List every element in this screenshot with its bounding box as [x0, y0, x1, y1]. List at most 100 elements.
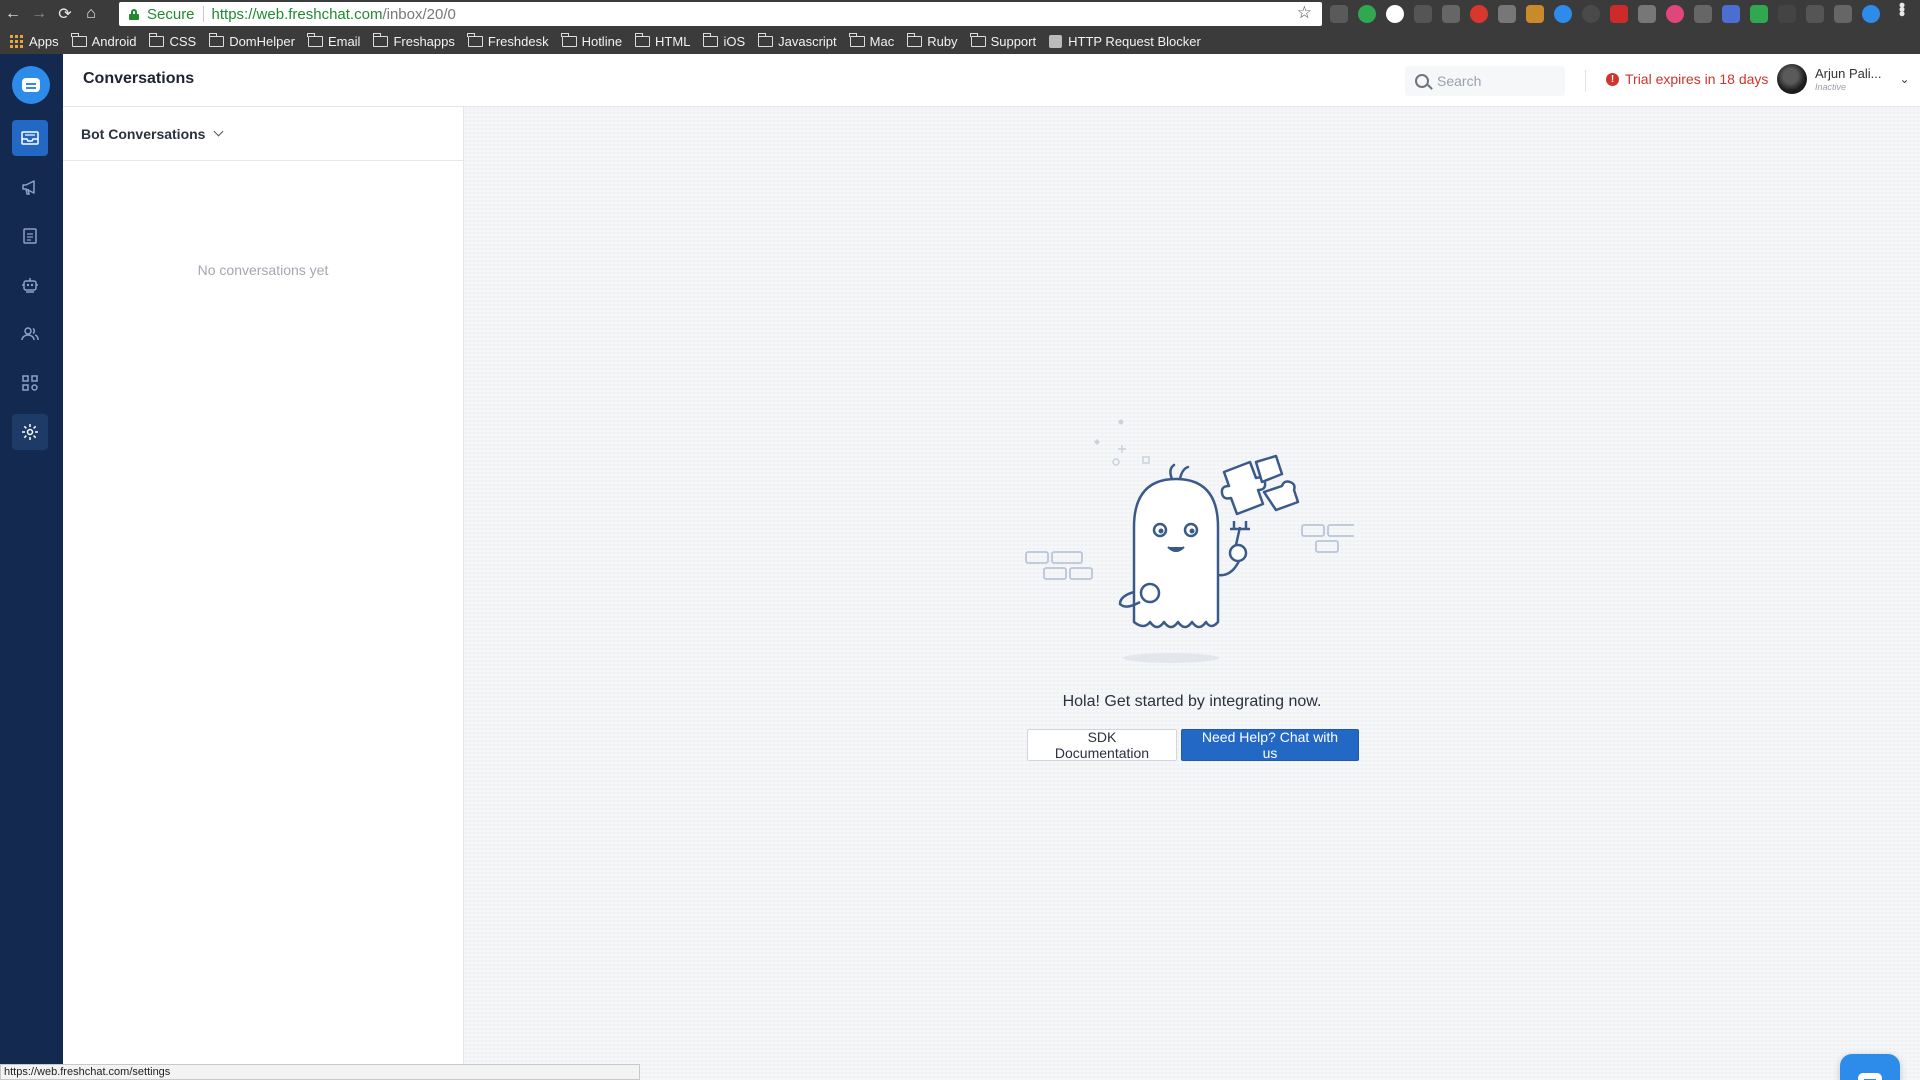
- extension-icon[interactable]: [1750, 5, 1768, 23]
- back-icon[interactable]: ←: [0, 0, 26, 28]
- bookmark-mac[interactable]: Mac: [849, 32, 894, 49]
- empty-conversations-text: No conversations yet: [197, 262, 329, 278]
- gear-icon: [22, 424, 38, 440]
- extension-icon[interactable]: [1470, 5, 1488, 23]
- url-path: /inbox/20/0: [382, 5, 456, 23]
- sdk-documentation-button[interactable]: SDK Documentation: [1027, 729, 1177, 761]
- extension-icon[interactable]: [1694, 5, 1712, 23]
- extension-icon[interactable]: [1330, 5, 1348, 23]
- sidebar-item-apps[interactable]: [12, 365, 48, 401]
- chat-bubble-icon: [1858, 1073, 1882, 1080]
- extension-icon[interactable]: [1806, 5, 1824, 23]
- extension-icon[interactable]: [1582, 5, 1600, 23]
- sidebar-item-settings[interactable]: [12, 414, 48, 450]
- get-started-text: Hola! Get started by integrating now.: [1062, 693, 1322, 710]
- chat-widget-button[interactable]: [1840, 1054, 1900, 1080]
- extension-icon[interactable]: [1442, 5, 1460, 23]
- secure-label: Secure: [147, 5, 195, 23]
- bookmark-freshdesk[interactable]: Freshdesk: [467, 32, 549, 49]
- chevron-down-icon: [214, 126, 224, 137]
- bookmark-http-request-blocker[interactable]: HTTP Request Blocker: [1049, 34, 1201, 49]
- bookmark-hotline[interactable]: Hotline: [561, 32, 622, 49]
- extension-icon[interactable]: [1778, 5, 1796, 23]
- bot-icon: [22, 278, 38, 293]
- search-input[interactable]: [1437, 73, 1547, 89]
- sidebar-item-campaigns[interactable]: [12, 169, 48, 205]
- extension-icon[interactable]: [1722, 5, 1740, 23]
- folder-icon: [561, 32, 577, 47]
- header-divider: [1585, 70, 1586, 92]
- bookmark-android[interactable]: Android: [71, 32, 136, 49]
- conversation-filter-dropdown[interactable]: Bot Conversations: [63, 107, 463, 161]
- extension-icon[interactable]: [1610, 5, 1628, 23]
- url-host: https://web.freshchat.com: [211, 5, 383, 23]
- reload-icon[interactable]: ⟳: [52, 0, 78, 28]
- chat-with-us-button[interactable]: Need Help? Chat with us: [1181, 729, 1359, 761]
- conversation-filter-label: Bot Conversations: [81, 125, 206, 142]
- search-box[interactable]: [1405, 66, 1565, 96]
- folder-icon: [634, 32, 651, 47]
- main-panel: Hola! Get started by integrating now. SD…: [464, 107, 1920, 1080]
- extension-icon[interactable]: [1638, 5, 1656, 23]
- folder-icon: [208, 32, 225, 47]
- bookmarks-bar: Apps Android CSS DomHelper Email Freshap…: [0, 28, 1920, 54]
- sidebar-item-inbox[interactable]: [12, 120, 48, 156]
- bookmark-ios[interactable]: iOS: [702, 32, 745, 49]
- extension-icon[interactable]: [1834, 5, 1852, 23]
- extension-icon[interactable]: [1498, 5, 1516, 23]
- dropbox-icon[interactable]: [1414, 5, 1432, 23]
- bookmark-freshapps[interactable]: Freshapps: [372, 32, 455, 49]
- chevron-down-icon: ⌄: [1899, 72, 1910, 86]
- bookmark-email[interactable]: Email: [307, 32, 360, 49]
- page-title: Conversations: [83, 70, 195, 87]
- bookmark-javascript[interactable]: Javascript: [757, 32, 837, 49]
- trial-text: Trial expires in 18 days: [1625, 71, 1769, 87]
- trial-banner[interactable]: ! Trial expires in 18 days: [1606, 71, 1768, 87]
- bookmark-star-icon[interactable]: ☆: [1297, 3, 1312, 23]
- browser-menu-icon[interactable]: •••: [1891, 2, 1912, 15]
- extensions-bar: [1330, 5, 1880, 23]
- user-name: Arjun Pali...: [1815, 66, 1882, 81]
- bookmark-domhelper[interactable]: DomHelper: [208, 32, 295, 49]
- inbox-icon: [21, 131, 39, 145]
- user-status: Inactive: [1815, 82, 1847, 92]
- alert-icon: !: [1606, 72, 1619, 86]
- puzzle-icon: [1049, 34, 1063, 48]
- extension-icon[interactable]: [1358, 5, 1376, 23]
- folder-icon: [849, 32, 865, 47]
- extension-icon[interactable]: [1554, 5, 1572, 23]
- extension-icon[interactable]: [1526, 5, 1544, 23]
- home-icon[interactable]: ⌂: [78, 0, 104, 28]
- extension-icon[interactable]: [1386, 5, 1404, 23]
- address-bar[interactable]: Secure https://web.freshchat.com/inbox/2…: [119, 2, 1322, 26]
- document-icon: [23, 228, 37, 244]
- sidebar-item-faq[interactable]: [12, 218, 48, 254]
- folder-icon: [372, 32, 389, 47]
- bookmark-css[interactable]: CSS: [148, 32, 196, 49]
- bookmark-html[interactable]: HTML: [634, 32, 690, 49]
- forward-icon[interactable]: →: [26, 0, 52, 28]
- folder-icon: [757, 32, 774, 47]
- folder-icon: [702, 32, 719, 47]
- extension-icon[interactable]: [1666, 5, 1684, 23]
- bookmark-apps[interactable]: Apps: [10, 34, 59, 49]
- freshchat-logo[interactable]: [12, 66, 50, 104]
- bookmark-support[interactable]: Support: [970, 32, 1036, 49]
- sidebar-item-contacts[interactable]: [12, 316, 48, 352]
- freshchat-app: Conversations ! Trial expires in 18 days…: [0, 54, 1920, 1080]
- lock-icon: [129, 8, 139, 20]
- browser-toolbar: ← → ⟳ ⌂ Secure https://web.freshchat.com…: [0, 0, 1920, 28]
- conversation-list: Bot Conversations No conversations yet: [63, 107, 464, 1080]
- folder-icon: [71, 32, 87, 47]
- people-icon: [21, 327, 39, 341]
- bookmark-ruby[interactable]: Ruby: [906, 32, 958, 49]
- user-menu[interactable]: Arjun Pali... Inactive ⌄: [1777, 64, 1910, 94]
- folder-icon: [307, 32, 323, 47]
- sidebar-item-bots[interactable]: [12, 267, 48, 303]
- top-header: Conversations ! Trial expires in 18 days…: [63, 54, 1920, 107]
- folder-icon: [906, 32, 923, 47]
- sidebar: [0, 54, 63, 1080]
- apps-grid-icon: [10, 34, 23, 48]
- browser-status-url: https://web.freshchat.com/settings: [0, 1064, 640, 1080]
- extension-icon[interactable]: [1862, 5, 1880, 23]
